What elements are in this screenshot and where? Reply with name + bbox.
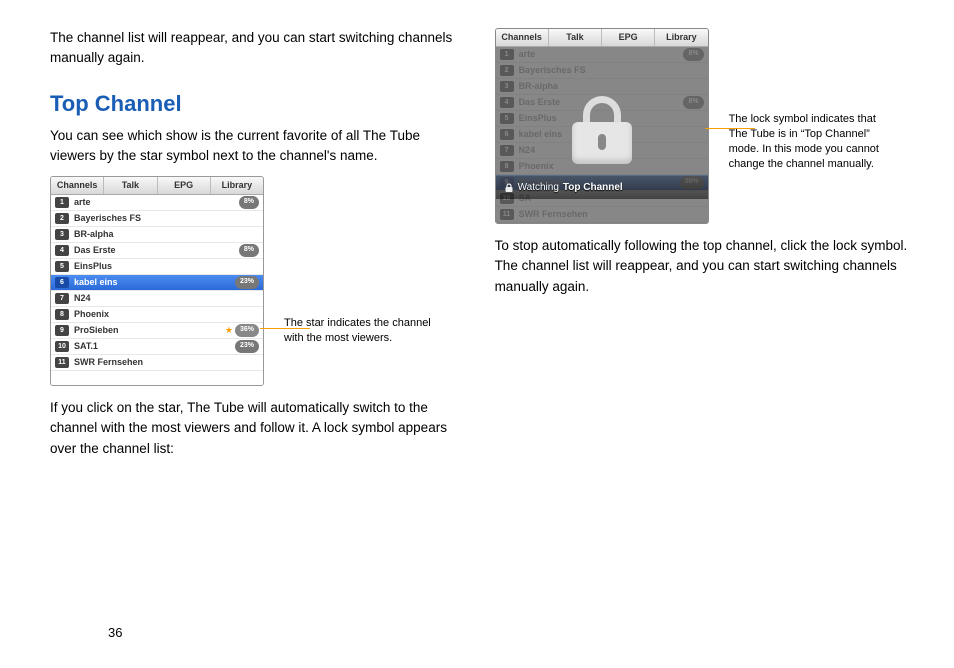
channel-name: Phoenix bbox=[74, 308, 259, 322]
channel-number: 3 bbox=[55, 229, 69, 240]
paragraph-2: If you click on the star, The Tube will … bbox=[50, 398, 465, 459]
channel-name: ProSieben bbox=[74, 324, 235, 338]
tab-library[interactable]: Library bbox=[211, 177, 263, 195]
tab-talk[interactable]: Talk bbox=[549, 29, 602, 47]
channel-number: 9 bbox=[55, 325, 69, 336]
tab-library[interactable]: Library bbox=[655, 29, 707, 47]
channel-percent: 23% bbox=[235, 340, 259, 353]
lock-icon bbox=[566, 96, 638, 168]
tab-channels[interactable]: Channels bbox=[51, 177, 104, 195]
channel-name: EinsPlus bbox=[74, 260, 259, 274]
channel-name: kabel eins bbox=[74, 276, 235, 290]
channel-number: 4 bbox=[55, 245, 69, 256]
channel-name: Das Erste bbox=[74, 244, 239, 258]
tab-channels[interactable]: Channels bbox=[496, 29, 549, 47]
channel-number: 6 bbox=[55, 277, 69, 288]
channel-name: SWR Fernsehen bbox=[74, 356, 259, 370]
channel-row[interactable]: 5 EinsPlus bbox=[51, 259, 263, 275]
channel-number: 7 bbox=[55, 293, 69, 304]
channel-row[interactable]: 6 kabel eins23% bbox=[51, 275, 263, 291]
paragraph-3: To stop automatically following the top … bbox=[495, 236, 919, 297]
paragraph-1: You can see which show is the current fa… bbox=[50, 126, 465, 167]
tab-epg[interactable]: EPG bbox=[602, 29, 655, 47]
channel-name: Bayerisches FS bbox=[74, 212, 259, 226]
channel-percent: 23% bbox=[235, 276, 259, 289]
channel-row[interactable]: 11 SWR Fernsehen bbox=[51, 355, 263, 371]
channel-percent: 36% bbox=[235, 324, 259, 337]
caption-star: The star indicates the channel with the … bbox=[284, 316, 434, 346]
channel-name: arte bbox=[74, 196, 239, 210]
panel-tabs: Channels Talk EPG Library bbox=[51, 177, 263, 195]
channel-number: 5 bbox=[55, 261, 69, 272]
channel-number: 1 bbox=[55, 197, 69, 208]
channel-row[interactable]: 9 ProSieben36% bbox=[51, 323, 263, 339]
tab-epg[interactable]: EPG bbox=[158, 177, 211, 195]
channel-row[interactable]: 4 Das Erste8% bbox=[51, 243, 263, 259]
channel-name: N24 bbox=[74, 292, 259, 306]
channel-number: 2 bbox=[55, 213, 69, 224]
panel-tabs-locked: Channels Talk EPG Library bbox=[496, 29, 708, 47]
page-number: 36 bbox=[108, 625, 122, 640]
channel-row[interactable]: 8 Phoenix bbox=[51, 307, 263, 323]
channel-row[interactable]: 3 BR-alpha bbox=[51, 227, 263, 243]
channel-percent: 8% bbox=[239, 244, 259, 257]
intro-paragraph: The channel list will reappear, and you … bbox=[50, 28, 465, 69]
channel-row[interactable]: 2 Bayerisches FS bbox=[51, 211, 263, 227]
watching-bar: Watching Top Channel bbox=[496, 176, 708, 199]
channel-number: 8 bbox=[55, 309, 69, 320]
tab-talk[interactable]: Talk bbox=[104, 177, 157, 195]
channel-row[interactable]: 10 SAT.123% bbox=[51, 339, 263, 355]
channel-list-panel: Channels Talk EPG Library 1arte8%2Bayeri… bbox=[50, 176, 264, 386]
caption-lock: The lock symbol indicates that The Tube … bbox=[729, 112, 894, 171]
locked-channel-panel: Channels Talk EPG Library 1arte8%2Bayeri… bbox=[495, 28, 709, 224]
channel-number: 10 bbox=[55, 341, 69, 352]
lock-mini-icon bbox=[504, 183, 514, 193]
channel-name: BR-alpha bbox=[74, 228, 259, 242]
channel-name: SAT.1 bbox=[74, 340, 235, 354]
channel-row[interactable]: 7 N24 bbox=[51, 291, 263, 307]
channel-number: 11 bbox=[55, 357, 69, 368]
channel-row[interactable]: 1 arte8% bbox=[51, 195, 263, 211]
section-heading: Top Channel bbox=[50, 87, 465, 120]
channel-percent: 8% bbox=[239, 196, 259, 209]
